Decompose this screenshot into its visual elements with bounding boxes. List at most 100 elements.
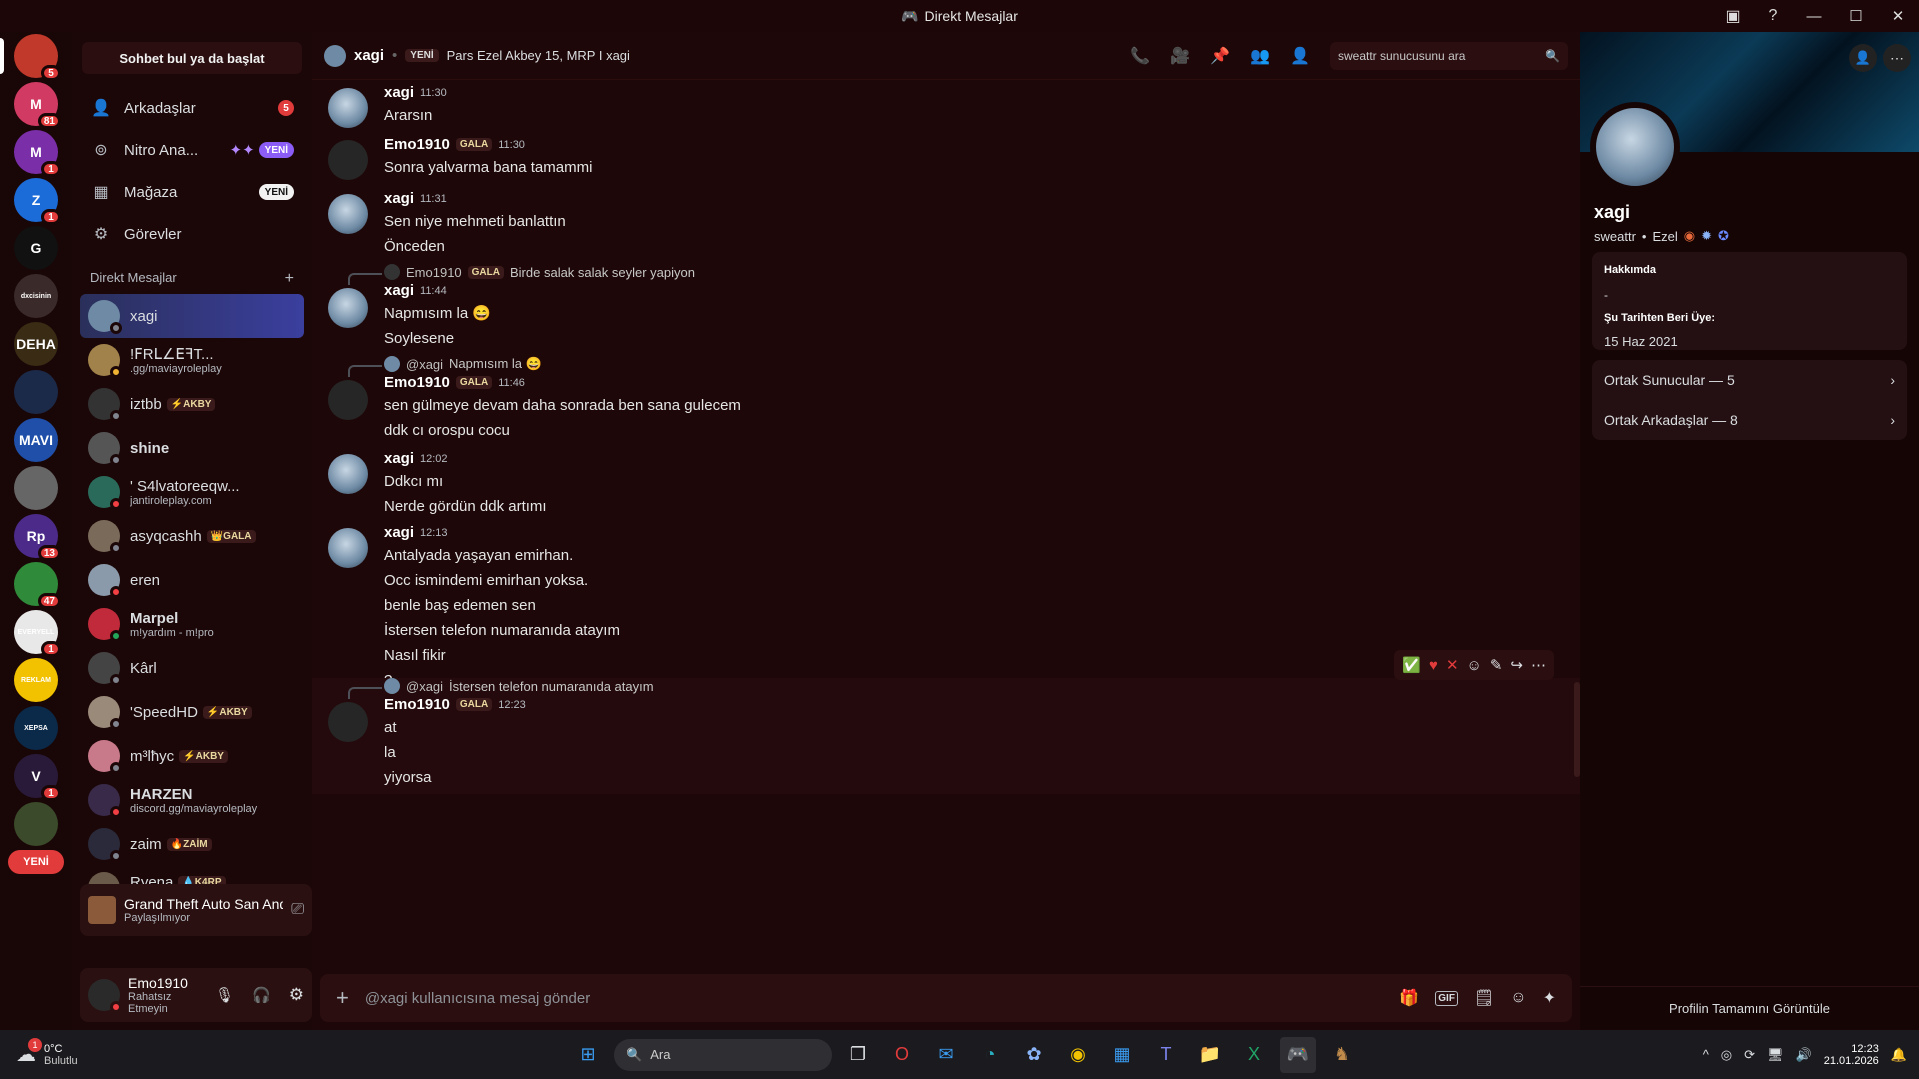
dm-item[interactable]: 'SpeedHD ⚡AKBY xyxy=(80,690,304,734)
avatar[interactable] xyxy=(328,702,368,742)
server-icon[interactable] xyxy=(14,466,58,510)
new-server-pill[interactable]: YENİ xyxy=(8,850,64,874)
message-author[interactable]: xagi xyxy=(384,282,414,299)
server-icon[interactable]: DEHA xyxy=(14,322,58,366)
clock[interactable]: 12:23 21.01.2026 xyxy=(1824,1043,1879,1067)
inbox-icon[interactable]: ▣ xyxy=(1713,0,1753,32)
stream-icon[interactable]: ⎚ xyxy=(291,901,304,919)
server-icon[interactable]: Z1 xyxy=(14,178,61,225)
message-group[interactable]: xagi 12:13 Antalyada yaşayan emirhan. Occ i… xyxy=(312,524,1580,691)
edge-icon[interactable]: ◔ xyxy=(972,1037,1008,1073)
file-explorer-icon[interactable]: 📁 xyxy=(1192,1037,1228,1073)
excel-icon[interactable]: X xyxy=(1236,1037,1272,1073)
message-author[interactable]: Emo1910 xyxy=(384,374,450,391)
voice-call-icon[interactable]: 📞 xyxy=(1130,46,1150,66)
volume-icon[interactable]: 🔊 xyxy=(1796,1047,1812,1063)
profile-avatar[interactable] xyxy=(1590,102,1680,192)
server-icon[interactable]: MAVI xyxy=(14,418,58,462)
dm-item[interactable]: iztbb ⚡AKBY xyxy=(80,382,304,426)
message-author[interactable]: xagi xyxy=(384,190,414,207)
server-icon[interactable]: 47 xyxy=(14,562,61,609)
message-group[interactable]: xagi 11:31 Sen niye mehmeti banlattın Önced… xyxy=(312,190,1580,257)
more-options-icon[interactable]: ⋯ xyxy=(1883,44,1911,72)
reply-preview[interactable]: @xagi Napmısım la 😄 xyxy=(384,356,1580,372)
dm-item[interactable]: shine xyxy=(80,426,304,470)
cross-reaction-icon[interactable]: ✕ xyxy=(1446,656,1459,674)
server-icon[interactable]: M1 xyxy=(14,130,61,177)
task-view-icon[interactable]: ❐ xyxy=(840,1037,876,1073)
network-icon[interactable]: 🖥 xyxy=(1767,1047,1784,1063)
dm-item[interactable]: zaim 🔥ZAİM xyxy=(80,822,304,866)
chat-header-name[interactable]: xagi xyxy=(354,47,384,64)
add-friend-icon[interactable]: 👤 xyxy=(1849,44,1877,72)
dm-item[interactable]: asyqcashh 👑GALA xyxy=(80,514,304,558)
notification-icon[interactable]: 🔔 xyxy=(1891,1047,1907,1063)
heart-reaction-icon[interactable]: ♥ xyxy=(1429,657,1438,674)
sticker-icon[interactable]: 🗒 xyxy=(1474,988,1494,1008)
find-conversation-button[interactable]: Sohbet bul ya da başlat xyxy=(82,42,302,74)
server-icon[interactable]: V1 xyxy=(14,754,61,801)
message-author[interactable]: xagi xyxy=(384,84,414,101)
message-group[interactable]: Emo1910 GALA 11:30 Sonra yalvarma bana tama… xyxy=(312,136,1580,180)
gif-icon[interactable]: GIF xyxy=(1435,990,1458,1006)
message-group[interactable]: Emo1910 GALA Birde salak salak seyler yapi… xyxy=(312,264,1580,349)
opera-icon[interactable]: O xyxy=(884,1037,920,1073)
search-input[interactable]: sweattr sunucusunu ara 🔍 xyxy=(1330,41,1568,70)
dm-item[interactable]: eren xyxy=(80,558,304,602)
server-icon[interactable]: EVERYELL 1 xyxy=(14,610,61,657)
nav-shop[interactable]: ▦ Mağaza YENİ xyxy=(80,172,304,212)
sync-icon[interactable]: ⟳ xyxy=(1744,1047,1755,1063)
mutual-servers-row[interactable]: Ortak Sunucular — 5 › xyxy=(1592,360,1907,400)
taskbar-search[interactable]: 🔍 Ara xyxy=(614,1038,832,1071)
minimize-button[interactable]: — xyxy=(1793,0,1835,32)
more-options-icon[interactable]: ⋯ xyxy=(1531,656,1546,674)
help-icon[interactable]: ? xyxy=(1753,0,1793,32)
avatar[interactable] xyxy=(88,979,122,1013)
nav-friends[interactable]: 👤 Arkadaşlar 5 xyxy=(80,88,304,128)
server-icon[interactable]: M 81 xyxy=(14,82,61,129)
message-author[interactable]: xagi xyxy=(384,524,414,541)
message-input[interactable]: @xagi kullanıcısına mesaj gönder xyxy=(365,990,1383,1007)
message-author[interactable]: Emo1910 xyxy=(384,696,450,713)
gift-icon[interactable]: 🎁 xyxy=(1399,988,1419,1008)
view-full-profile-button[interactable]: Profilin Tamamını Görüntüle xyxy=(1580,986,1919,1030)
mutual-friends-row[interactable]: Ortak Arkadaşlar — 8 › xyxy=(1592,400,1907,440)
discord-taskbar-icon[interactable]: 🎮 xyxy=(1280,1036,1316,1073)
message-author[interactable]: Emo1910 xyxy=(384,136,450,153)
avatar[interactable] xyxy=(328,88,368,128)
dm-item[interactable]: Kârl xyxy=(80,646,304,690)
user-profile-toggle-icon[interactable]: 👤 xyxy=(1290,46,1310,66)
avatar[interactable] xyxy=(328,140,368,180)
avatar[interactable] xyxy=(328,288,368,328)
message-group[interactable]: @xagi İstersen telefon numaranıda atayım E… xyxy=(312,678,1580,794)
check-reaction-icon[interactable]: ✅ xyxy=(1402,656,1421,674)
dm-item[interactable]: xagi xyxy=(80,294,304,338)
message-group[interactable]: @xagi Napmısım la 😄 Emo1910 GALA 11:46 sen gü… xyxy=(312,356,1580,441)
avatar[interactable] xyxy=(328,380,368,420)
create-dm-button[interactable]: + xyxy=(285,270,294,288)
server-icon[interactable]: dxcisinin xyxy=(14,274,58,318)
dm-item[interactable]: !ꓝRꓡ∠ꓰꟻT... .gg/maviayroleplay xyxy=(80,338,304,382)
server-icon[interactable] xyxy=(14,802,58,846)
pinned-messages-icon[interactable]: 📌 xyxy=(1210,46,1230,66)
tray-app-icon[interactable]: ◎ xyxy=(1721,1047,1732,1063)
attach-plus-icon[interactable]: + xyxy=(336,985,349,1011)
emoji-icon[interactable]: ☺ xyxy=(1510,989,1526,1007)
reply-preview[interactable]: @xagi İstersen telefon numaranıda atayım xyxy=(384,678,1580,694)
server-icon[interactable] xyxy=(14,370,58,414)
now-playing-panel[interactable]: Grand Theft Auto San And... Paylaşılmıyo… xyxy=(80,884,312,936)
start-button[interactable]: ⊞ xyxy=(570,1037,606,1073)
mail-icon[interactable]: ✉ xyxy=(928,1037,964,1073)
add-reaction-icon[interactable]: ☺ xyxy=(1467,657,1482,674)
server-icon[interactable]: 5 xyxy=(14,34,61,81)
forward-icon[interactable]: ↪ xyxy=(1510,656,1523,674)
weather-widget[interactable]: ☁ 1 0°C Bulutlu xyxy=(16,1038,78,1067)
avatar[interactable] xyxy=(328,454,368,494)
message-group[interactable]: xagi 11:30 Ararsın xyxy=(312,84,1580,128)
dm-item[interactable]: ' S4lvatoreeqw... jantiroleplay.com xyxy=(80,470,304,514)
headphones-icon[interactable]: 🎧 xyxy=(252,986,271,1004)
dm-item[interactable]: m³lħyc ⚡AKBY xyxy=(80,734,304,778)
edit-icon[interactable]: ✎ xyxy=(1490,656,1503,674)
avatar[interactable] xyxy=(328,194,368,234)
close-button[interactable]: ✕ xyxy=(1877,0,1919,32)
